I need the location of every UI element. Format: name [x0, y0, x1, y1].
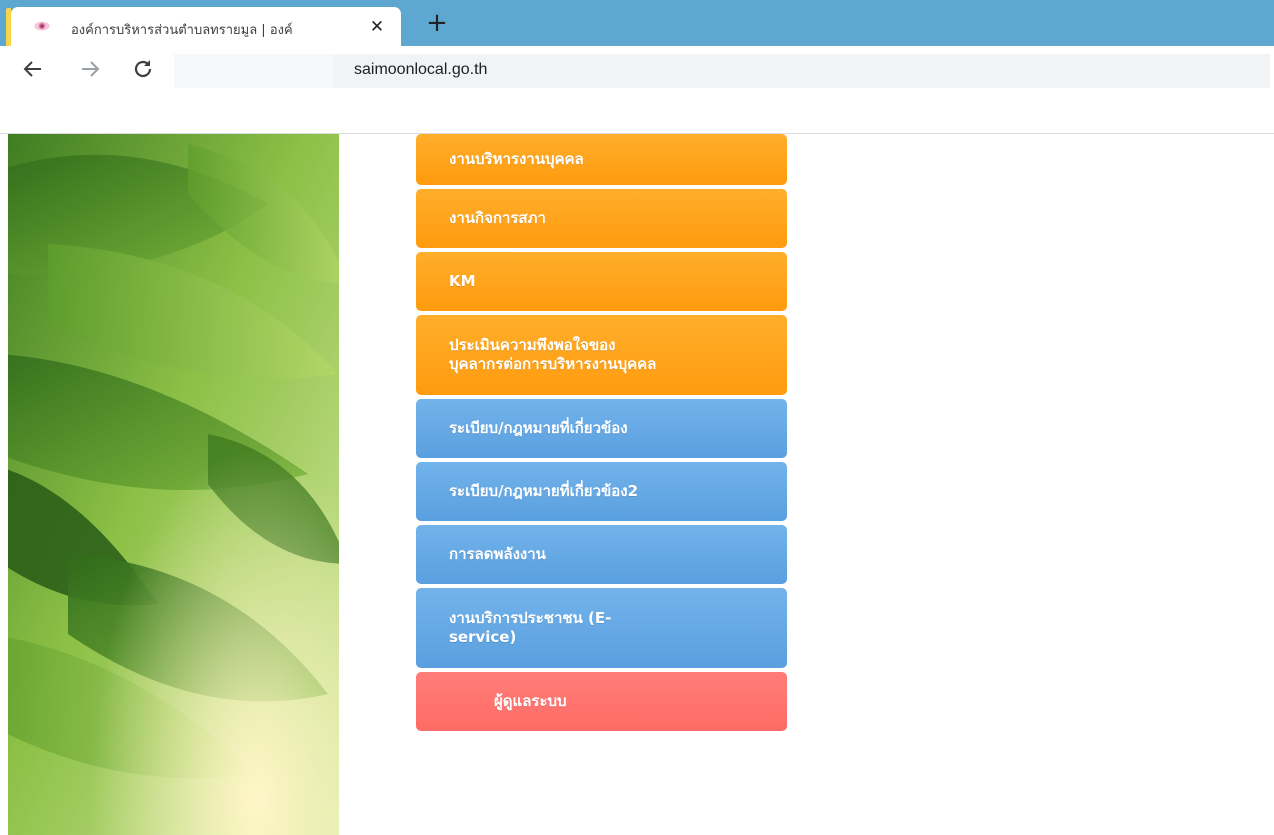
menu-item-regulations-2[interactable]: ระเบียบ/กฎหมายที่เกี่ยวข้อง2	[416, 462, 787, 521]
menu-item-personnel[interactable]: งานบริหารงานบุคคล	[416, 134, 787, 185]
reload-icon[interactable]	[131, 57, 155, 81]
tab-close-icon[interactable]: ✕	[366, 16, 388, 38]
tab-title: องค์การบริหารส่วนตำบลทรายมูล | องค์	[71, 23, 293, 37]
menu-item-label: การลดพลังงาน	[449, 545, 546, 563]
menu-item-label-line2: บุคลากรต่อการบริหารงานบุคคล	[449, 355, 657, 373]
menu-item-label: ประเมินความพึงพอใจของ บุคลากรต่อการบริหา…	[449, 336, 656, 374]
menu-item-satisfaction-survey[interactable]: ประเมินความพึงพอใจของ บุคลากรต่อการบริหา…	[416, 315, 787, 395]
menu-item-admin[interactable]: ผู้ดูแลระบบ	[416, 672, 787, 731]
back-arrow-icon[interactable]	[21, 57, 45, 81]
eye-favicon-icon	[34, 21, 50, 31]
menu-item-label-line1: ประเมินความพึงพอใจของ	[449, 336, 616, 354]
url-text: saimoonlocal.go.th	[354, 61, 488, 78]
menu-item-label: งานบริการประชาชน (E- service)	[449, 609, 611, 647]
menu-item-e-service[interactable]: งานบริการประชาชน (E- service)	[416, 588, 787, 668]
menu-item-regulations[interactable]: ระเบียบ/กฎหมายที่เกี่ยวข้อง	[416, 399, 787, 458]
leaf-background-image	[8, 134, 339, 835]
forward-arrow-icon[interactable]	[78, 57, 102, 81]
address-bar-redaction	[174, 54, 334, 88]
browser-toolbar: saimoonlocal.go.th	[0, 46, 1274, 94]
tab-strip: องค์การบริหารส่วนตำบลทรายมูล | องค์ ✕ +	[0, 0, 1274, 46]
menu-item-label: งานบริหารงานบุคคล	[449, 150, 584, 168]
menu-item-km[interactable]: KM	[416, 252, 787, 311]
browser-tab[interactable]: องค์การบริหารส่วนตำบลทรายมูล | องค์ ✕	[11, 7, 401, 46]
leaf-illustration	[8, 134, 339, 835]
new-tab-icon[interactable]: +	[424, 10, 450, 37]
menu-item-label: ระเบียบ/กฎหมายที่เกี่ยวข้อง	[449, 419, 628, 437]
menu-item-label: ผู้ดูแลระบบ	[494, 692, 567, 710]
menu-item-label: KM	[449, 272, 476, 290]
menu-item-label-line2: service)	[449, 628, 517, 646]
menu-item-label-line1: งานบริการประชาชน (E-	[449, 609, 612, 627]
menu-item-label: งานกิจการสภา	[449, 209, 546, 227]
menu-item-council[interactable]: งานกิจการสภา	[416, 189, 787, 248]
address-bar[interactable]: saimoonlocal.go.th	[174, 54, 1270, 88]
menu-item-energy-saving[interactable]: การลดพลังงาน	[416, 525, 787, 584]
menu-item-label: ระเบียบ/กฎหมายที่เกี่ยวข้อง2	[449, 482, 639, 500]
